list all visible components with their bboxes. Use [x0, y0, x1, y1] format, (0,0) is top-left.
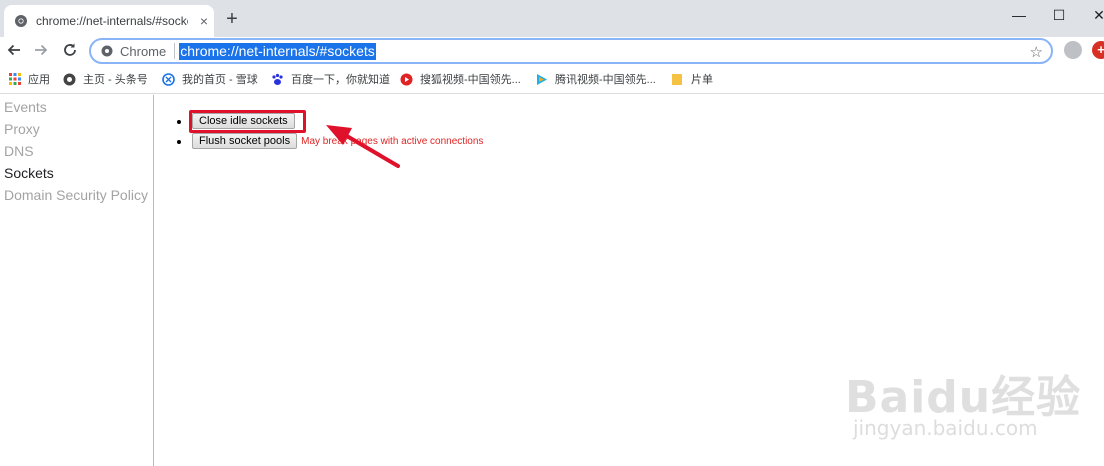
baidu-jingyan-watermark: Baidu经验 jingyan.baidu.com — [845, 343, 1090, 443]
watermark-url: jingyan.baidu.com — [853, 416, 1038, 440]
